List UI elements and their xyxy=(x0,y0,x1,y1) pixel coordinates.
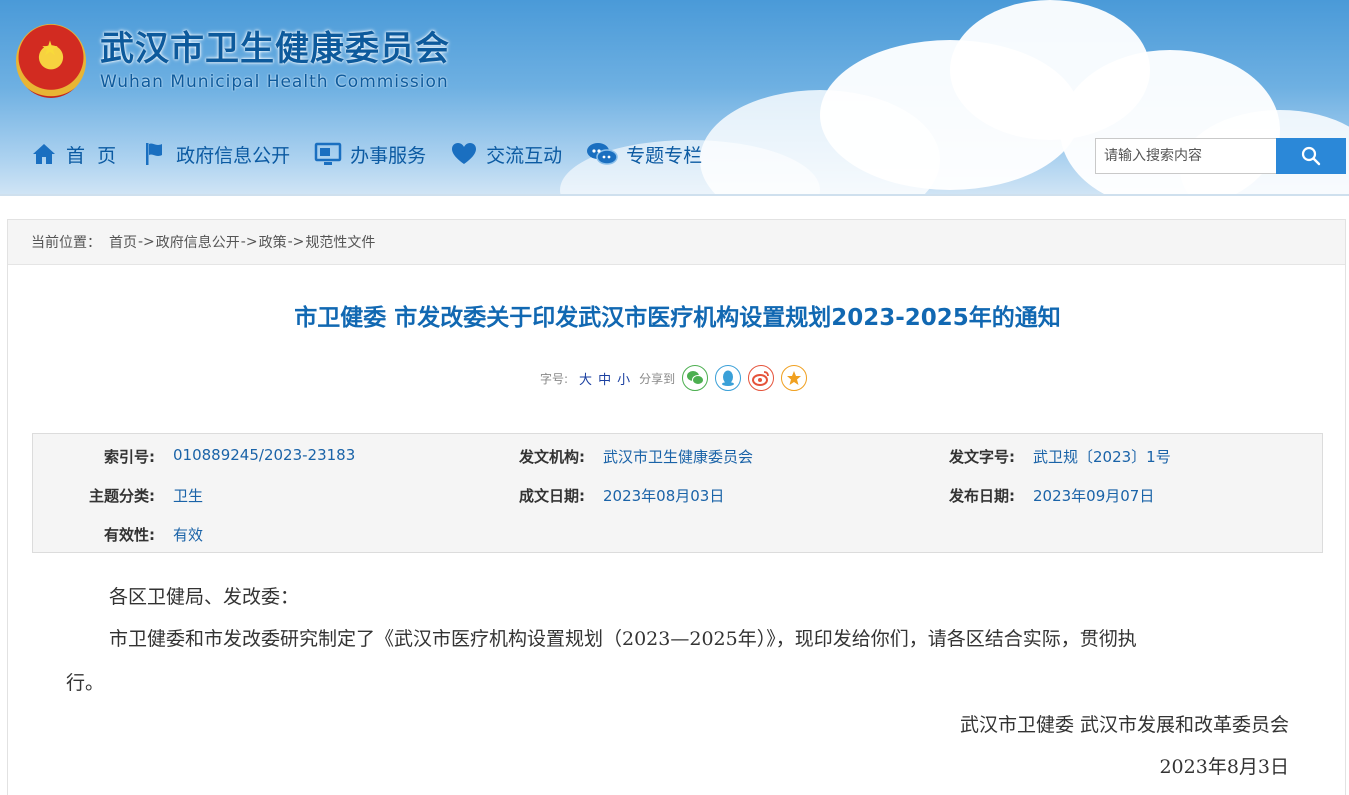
main-nav: 首 页 政府信息公开 办事服务 交流互动 专题专栏 xyxy=(30,140,726,168)
heart-icon xyxy=(452,143,477,164)
breadcrumb-policy[interactable]: 政策 xyxy=(259,232,287,252)
home-icon xyxy=(33,144,55,164)
font-size-large[interactable]: 大 xyxy=(579,369,592,388)
breadcrumb-prefix: 当前位置： xyxy=(31,235,101,251)
search-input[interactable] xyxy=(1095,138,1276,174)
star-icon: ★ xyxy=(41,36,59,60)
doc-number-value: 武卫规〔2023〕1号 xyxy=(1033,448,1171,466)
publish-date-value: 2023年09月07日 xyxy=(1033,487,1155,505)
validity-value: 有效 xyxy=(173,526,204,544)
chat-bubbles-icon xyxy=(587,143,618,165)
written-date-label: 成文日期: xyxy=(519,487,585,505)
body-paragraph-line: 市卫健委和市发改委研究制定了《武汉市医疗机构设置规划（2023—2025年）》，… xyxy=(109,628,1137,650)
breadcrumb-gov-info[interactable]: 政府信息公开 xyxy=(156,232,240,252)
weibo-icon xyxy=(752,371,770,386)
monitor-icon xyxy=(314,142,342,165)
breadcrumb-home[interactable]: 首页 xyxy=(109,232,137,252)
search-icon xyxy=(1301,146,1321,166)
nav-item-topics[interactable]: 专题专栏 xyxy=(586,140,702,168)
publish-date-label: 发布日期: xyxy=(949,487,1015,505)
favorite-star-icon xyxy=(787,371,802,385)
breadcrumb-separator: -> xyxy=(138,234,155,250)
nav-label: 政府信息公开 xyxy=(176,144,291,167)
issuer-label: 发文机构: xyxy=(519,448,585,466)
nav-item-home[interactable]: 首 页 xyxy=(30,140,116,168)
body-paragraph-line: 行。 xyxy=(66,672,105,694)
nav-item-services[interactable]: 办事服务 xyxy=(314,140,426,168)
site-brand[interactable]: ★ 武汉市卫生健康委员会 Wuhan Municipal Health Comm… xyxy=(16,24,450,98)
flag-icon xyxy=(146,143,163,165)
nav-label: 办事服务 xyxy=(350,144,427,167)
favorite-share-button[interactable] xyxy=(781,365,808,391)
nav-label: 交流互动 xyxy=(486,144,563,167)
font-size-medium[interactable]: 中 xyxy=(598,369,611,388)
breadcrumb-separator: -> xyxy=(240,234,258,250)
qq-share-button[interactable] xyxy=(715,365,742,391)
doc-number-label: 发文字号: xyxy=(949,448,1015,466)
issuer-value: 武汉市卫生健康委员会 xyxy=(603,448,754,466)
font-size-label: 字号: xyxy=(540,371,569,386)
nav-label: 专题专栏 xyxy=(626,144,703,167)
site-title-en: Wuhan Municipal Health Commission xyxy=(100,72,449,92)
nav-item-gov-info[interactable]: 政府信息公开 xyxy=(140,140,290,168)
article-tools: 字号: 大 中 小 分享到 xyxy=(540,365,808,391)
weibo-share-button[interactable] xyxy=(748,365,775,391)
national-emblem-logo: ★ xyxy=(16,24,86,98)
wechat-share-button[interactable] xyxy=(682,365,709,391)
document-metadata: 索引号: 010889245/2023-23183 发文机构: 武汉市卫生健康委… xyxy=(32,433,1323,553)
breadcrumb-normative-docs[interactable]: 规范性文件 xyxy=(305,232,375,252)
site-header: ★ 武汉市卫生健康委员会 Wuhan Municipal Health Comm… xyxy=(0,0,1349,196)
index-number-label: 索引号: xyxy=(104,448,155,466)
topic-label: 主题分类: xyxy=(89,487,155,505)
article-title: 市卫健委 市发改委关于印发武汉市医疗机构设置规划2023-2025年的通知 xyxy=(294,305,1061,331)
index-number-value: 010889245/2023-23183 xyxy=(173,446,356,464)
topic-value: 卫生 xyxy=(173,487,204,505)
signature: 武汉市卫健委 武汉市发展和改革委员会 xyxy=(959,714,1289,736)
signature-date: 2023年8月3日 xyxy=(1159,756,1289,778)
breadcrumb: 当前位置： 首页 -> 政府信息公开 -> 政策 -> 规范性文件 xyxy=(8,220,1345,265)
salutation: 各区卫健局、发改委： xyxy=(109,586,300,608)
site-title-cn: 武汉市卫生健康委员会 xyxy=(100,29,450,69)
search-box xyxy=(1095,138,1346,174)
wechat-icon xyxy=(687,371,705,385)
validity-label: 有效性: xyxy=(104,526,155,544)
written-date-value: 2023年08月03日 xyxy=(603,487,725,505)
font-size-small[interactable]: 小 xyxy=(617,369,630,388)
nav-label: 首 页 xyxy=(66,144,117,167)
breadcrumb-separator: -> xyxy=(287,234,305,250)
search-button[interactable] xyxy=(1276,138,1346,174)
qq-icon xyxy=(722,370,735,386)
share-label: 分享到 xyxy=(639,371,676,386)
content-panel: 当前位置： 首页 -> 政府信息公开 -> 政策 -> 规范性文件 市卫健委 市… xyxy=(7,219,1346,795)
nav-item-interaction[interactable]: 交流互动 xyxy=(450,140,562,168)
